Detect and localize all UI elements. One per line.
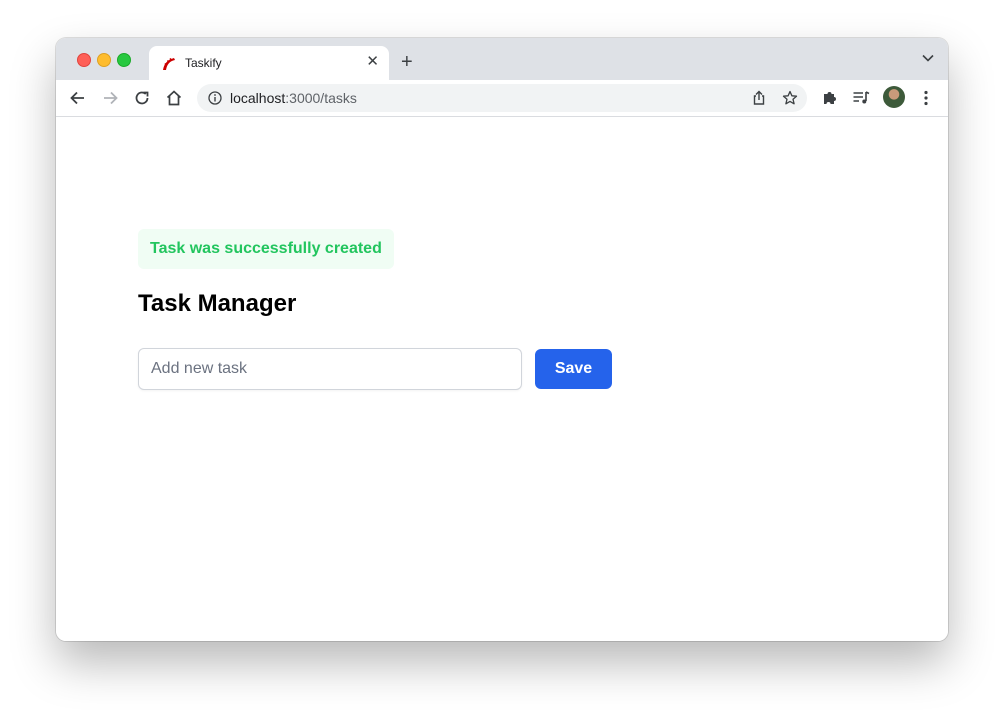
browser-window: Taskify ✕ + localhost:3000/tasks Task wa…: [56, 38, 948, 641]
url-host: localhost: [230, 90, 286, 106]
new-task-input[interactable]: [138, 348, 522, 390]
page-content: Task was successfully created Task Manag…: [56, 117, 948, 641]
more-vertical-icon[interactable]: [918, 89, 934, 107]
profile-avatar[interactable]: [883, 86, 905, 108]
share-icon[interactable]: [751, 90, 767, 106]
home-icon[interactable]: [164, 88, 184, 108]
save-button[interactable]: Save: [535, 349, 612, 389]
star-icon[interactable]: [782, 90, 798, 106]
info-icon[interactable]: [208, 91, 222, 105]
rails-icon: [163, 58, 175, 70]
tab-taskify[interactable]: Taskify ✕: [149, 46, 389, 80]
tab-title: Taskify: [185, 56, 222, 70]
media-control-icon[interactable]: [852, 89, 870, 107]
maximize-window-button[interactable]: [117, 53, 131, 67]
close-window-button[interactable]: [77, 53, 91, 67]
chevron-down-icon[interactable]: [922, 54, 934, 62]
url-text[interactable]: localhost:3000/tasks: [230, 90, 357, 106]
tab-strip: Taskify ✕ +: [56, 38, 948, 80]
minimize-window-button[interactable]: [97, 53, 111, 67]
arrow-right-icon[interactable]: [100, 88, 120, 108]
reload-icon[interactable]: [132, 88, 152, 108]
flash-notice: Task was successfully created: [138, 229, 394, 269]
close-icon[interactable]: ✕: [366, 54, 379, 70]
browser-toolbar: localhost:3000/tasks: [56, 80, 948, 117]
address-bar[interactable]: localhost:3000/tasks: [197, 84, 807, 112]
new-tab-button[interactable]: +: [401, 52, 413, 72]
puzzle-icon[interactable]: [821, 89, 839, 107]
arrow-left-icon[interactable]: [68, 88, 88, 108]
page-title: Task Manager: [138, 290, 297, 317]
url-path: :3000/tasks: [285, 90, 357, 106]
